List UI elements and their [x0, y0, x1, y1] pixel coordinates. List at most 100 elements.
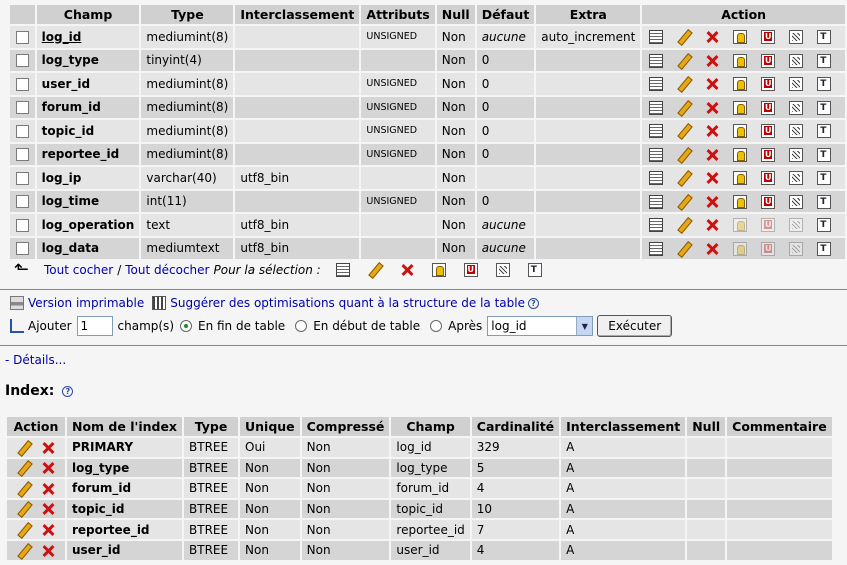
fulltext-icon[interactable]: [817, 241, 832, 256]
unique-icon[interactable]: [761, 218, 776, 232]
field-name[interactable]: log_id: [42, 30, 82, 44]
chevron-down-icon[interactable]: ▼: [576, 317, 593, 335]
fulltext-icon[interactable]: [817, 147, 832, 162]
browse-icon[interactable]: [649, 77, 664, 91]
delete-icon[interactable]: [705, 171, 719, 185]
fulltext-icon[interactable]: [817, 124, 832, 138]
delete-icon[interactable]: [705, 218, 719, 232]
index-icon[interactable]: [789, 218, 804, 232]
index-icon[interactable]: [789, 30, 804, 44]
unique-icon[interactable]: [761, 194, 776, 209]
field-name[interactable]: log_type: [42, 53, 99, 67]
after-field-select[interactable]: log_id ▼: [487, 316, 594, 336]
field-count-input[interactable]: [76, 316, 113, 336]
row-checkbox[interactable]: [15, 124, 29, 138]
browse-icon[interactable]: [649, 147, 664, 162]
browse-icon[interactable]: [649, 124, 664, 138]
edit-icon[interactable]: [677, 30, 691, 44]
edit-icon[interactable]: [677, 77, 691, 91]
execute-button[interactable]: Exécuter: [597, 315, 673, 337]
edit-icon[interactable]: [17, 461, 31, 475]
delete-icon[interactable]: [41, 544, 55, 558]
field-name[interactable]: topic_id: [42, 124, 95, 138]
fulltext-icon[interactable]: [817, 77, 832, 91]
row-checkbox[interactable]: [15, 171, 29, 185]
delete-icon[interactable]: [400, 263, 414, 277]
fulltext-icon[interactable]: [817, 171, 832, 185]
unique-icon[interactable]: [761, 53, 776, 68]
radio-after[interactable]: [430, 320, 443, 332]
browse-icon[interactable]: [649, 194, 664, 209]
unique-icon[interactable]: [761, 30, 776, 44]
edit-icon[interactable]: [677, 124, 691, 138]
row-checkbox[interactable]: [15, 30, 29, 44]
primary-key-icon[interactable]: [733, 218, 748, 232]
browse-icon[interactable]: [335, 263, 350, 277]
delete-icon[interactable]: [41, 441, 55, 455]
print-view-link[interactable]: Version imprimable: [28, 296, 144, 310]
uncheck-all-link[interactable]: Tout décocher: [125, 263, 209, 277]
row-checkbox[interactable]: [15, 195, 29, 209]
index-icon[interactable]: [789, 77, 804, 91]
field-name[interactable]: log_ip: [42, 171, 82, 185]
unique-icon[interactable]: [761, 100, 776, 115]
edit-icon[interactable]: [17, 523, 31, 537]
radio-at-end[interactable]: [180, 320, 192, 332]
check-all-link[interactable]: Tout cocher: [44, 263, 113, 277]
delete-icon[interactable]: [705, 195, 719, 209]
unique-icon[interactable]: [463, 263, 478, 277]
delete-icon[interactable]: [705, 101, 719, 115]
row-checkbox[interactable]: [15, 101, 29, 115]
edit-icon[interactable]: [17, 544, 31, 558]
propose-structure-link[interactable]: Suggérer des optimisations quant à la st…: [170, 296, 525, 310]
unique-icon[interactable]: [761, 124, 776, 138]
field-name[interactable]: reportee_id: [42, 147, 120, 161]
unique-icon[interactable]: [761, 241, 776, 256]
delete-icon[interactable]: [705, 54, 719, 68]
fulltext-icon[interactable]: [817, 218, 832, 232]
index-help-icon[interactable]: ?: [62, 385, 74, 397]
fulltext-icon[interactable]: [817, 53, 832, 68]
edit-icon[interactable]: [677, 54, 691, 68]
index-icon[interactable]: [495, 263, 510, 277]
browse-icon[interactable]: [649, 171, 664, 185]
row-checkbox[interactable]: [15, 77, 29, 91]
field-name[interactable]: log_operation: [42, 218, 135, 232]
browse-icon[interactable]: [649, 218, 664, 232]
index-icon[interactable]: [789, 147, 804, 162]
delete-icon[interactable]: [705, 30, 719, 44]
row-checkbox[interactable]: [15, 148, 29, 162]
index-icon[interactable]: [789, 194, 804, 209]
row-checkbox[interactable]: [15, 218, 29, 232]
unique-icon[interactable]: [761, 77, 776, 91]
row-checkbox[interactable]: [15, 242, 29, 256]
delete-icon[interactable]: [41, 523, 55, 537]
radio-at-start[interactable]: [295, 320, 308, 332]
help-icon[interactable]: ?: [527, 297, 539, 309]
primary-key-icon[interactable]: [431, 263, 446, 277]
index-icon[interactable]: [789, 171, 804, 185]
primary-key-icon[interactable]: [733, 30, 748, 44]
fulltext-icon[interactable]: [817, 30, 832, 44]
field-name[interactable]: forum_id: [42, 100, 101, 114]
details-link[interactable]: - Détails...: [5, 353, 66, 367]
field-name[interactable]: log_data: [42, 241, 99, 255]
delete-icon[interactable]: [705, 148, 719, 162]
edit-icon[interactable]: [677, 171, 691, 185]
index-icon[interactable]: [789, 124, 804, 138]
fulltext-icon[interactable]: [817, 194, 832, 209]
primary-key-icon[interactable]: [733, 77, 748, 91]
unique-icon[interactable]: [761, 171, 776, 185]
primary-key-icon[interactable]: [733, 100, 748, 115]
field-name[interactable]: user_id: [42, 77, 90, 91]
primary-key-icon[interactable]: [733, 194, 748, 209]
primary-key-icon[interactable]: [733, 171, 748, 185]
edit-icon[interactable]: [677, 242, 691, 256]
delete-icon[interactable]: [705, 77, 719, 91]
edit-icon[interactable]: [677, 101, 691, 115]
index-icon[interactable]: [789, 53, 804, 68]
primary-key-icon[interactable]: [733, 124, 748, 138]
browse-icon[interactable]: [649, 30, 664, 44]
browse-icon[interactable]: [649, 53, 664, 68]
index-icon[interactable]: [789, 100, 804, 115]
